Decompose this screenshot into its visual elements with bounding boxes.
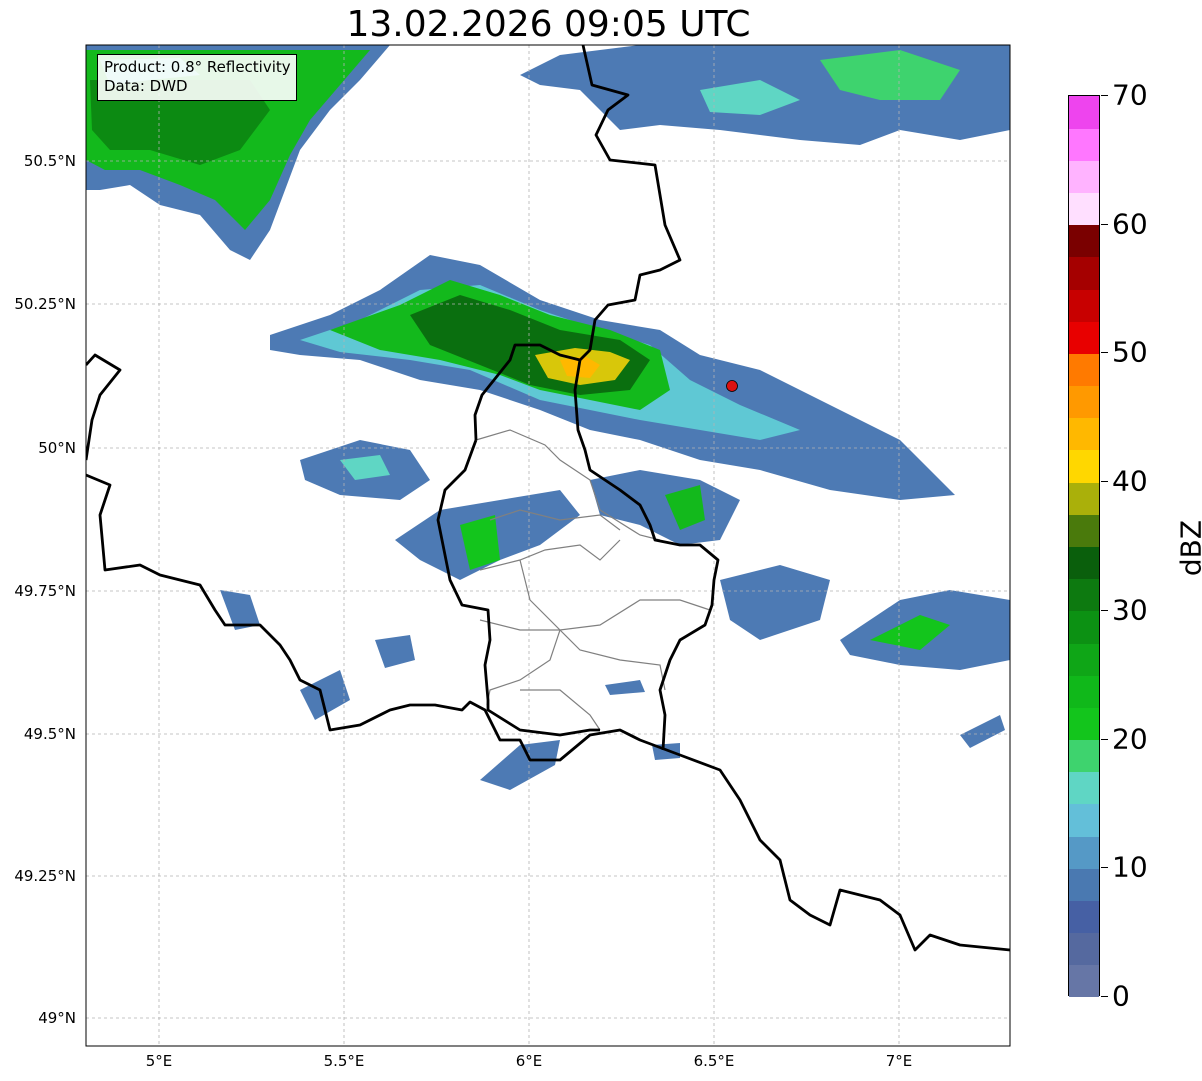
colorbar-segment: [1069, 900, 1099, 934]
colorbar-tick-mark: [1101, 609, 1108, 611]
colorbar-segment: [1069, 482, 1099, 515]
colorbar-segment: [1069, 96, 1099, 129]
product-label: Product: 0.8° Reflectivity: [104, 58, 291, 76]
colorbar-segment: [1069, 289, 1099, 322]
colorbar-tick-mark: [1101, 738, 1108, 740]
radar-site-marker: [726, 380, 738, 392]
colorbar-segment: [1069, 643, 1099, 676]
colorbar-segment: [1069, 771, 1099, 805]
colorbar: [1068, 95, 1100, 998]
y-tick-label: 49.75°N: [14, 582, 76, 600]
colorbar-segment: [1069, 610, 1099, 644]
x-tick-label: 6.5°E: [693, 1052, 735, 1070]
colorbar-segment: [1069, 803, 1099, 837]
colorbar-tick-label: 20: [1112, 722, 1148, 756]
colorbar-segment: [1069, 353, 1099, 387]
colorbar-segment: [1069, 224, 1099, 258]
x-tick-label: 6°E: [515, 1052, 543, 1070]
colorbar-tick-label: 50: [1112, 335, 1148, 369]
colorbar-tick-mark: [1101, 223, 1108, 225]
colorbar-segment: [1069, 707, 1099, 741]
colorbar-segment: [1069, 675, 1099, 708]
x-tick-label: 7°E: [885, 1052, 913, 1070]
colorbar-segment: [1069, 546, 1099, 580]
colorbar-tick-label: 60: [1112, 207, 1148, 241]
colorbar-segment: [1069, 739, 1099, 773]
colorbar-segment: [1069, 449, 1099, 483]
y-tick-label: 49.5°N: [23, 725, 76, 743]
colorbar-tick-mark: [1101, 352, 1108, 354]
y-tick-label: 50°N: [38, 439, 76, 457]
x-tick-label: 5°E: [145, 1052, 173, 1070]
colorbar-segment: [1069, 192, 1099, 226]
colorbar-tick-mark: [1101, 867, 1108, 869]
data-source-label: Data: DWD: [104, 77, 188, 95]
colorbar-title: dBZ: [1174, 519, 1202, 577]
colorbar-segment: [1069, 514, 1099, 547]
x-tick-label: 5.5°E: [323, 1052, 365, 1070]
colorbar-segment: [1069, 160, 1099, 194]
colorbar-segment: [1069, 417, 1099, 451]
colorbar-segment: [1069, 578, 1099, 612]
colorbar-tick-mark: [1101, 95, 1108, 96]
colorbar-tick-mark: [1101, 481, 1108, 483]
colorbar-segment: [1069, 385, 1099, 419]
y-tick-label: 49°N: [38, 1009, 76, 1027]
colorbar-tick-label: 70: [1112, 78, 1148, 112]
colorbar-tick-mark: [1101, 996, 1108, 997]
y-tick-label: 49.25°N: [14, 867, 76, 885]
colorbar-segment: [1069, 256, 1099, 290]
y-tick-label: 50.25°N: [14, 295, 76, 313]
colorbar-tick-label: 30: [1112, 593, 1148, 627]
colorbar-segment: [1069, 932, 1099, 966]
colorbar-segment: [1069, 868, 1099, 901]
colorbar-segment: [1069, 128, 1099, 161]
colorbar-segment: [1069, 964, 1099, 998]
colorbar-segment: [1069, 321, 1099, 354]
colorbar-tick-label: 10: [1112, 850, 1148, 884]
colorbar-tick-label: 0: [1112, 979, 1130, 1013]
colorbar-tick-label: 40: [1112, 464, 1148, 498]
map-title: 13.02.2026 09:05 UTC: [346, 4, 751, 45]
colorbar-segment: [1069, 836, 1099, 869]
product-info-box: Product: 0.8° Reflectivity Data: DWD: [97, 54, 297, 101]
y-tick-label: 50.5°N: [23, 152, 76, 170]
